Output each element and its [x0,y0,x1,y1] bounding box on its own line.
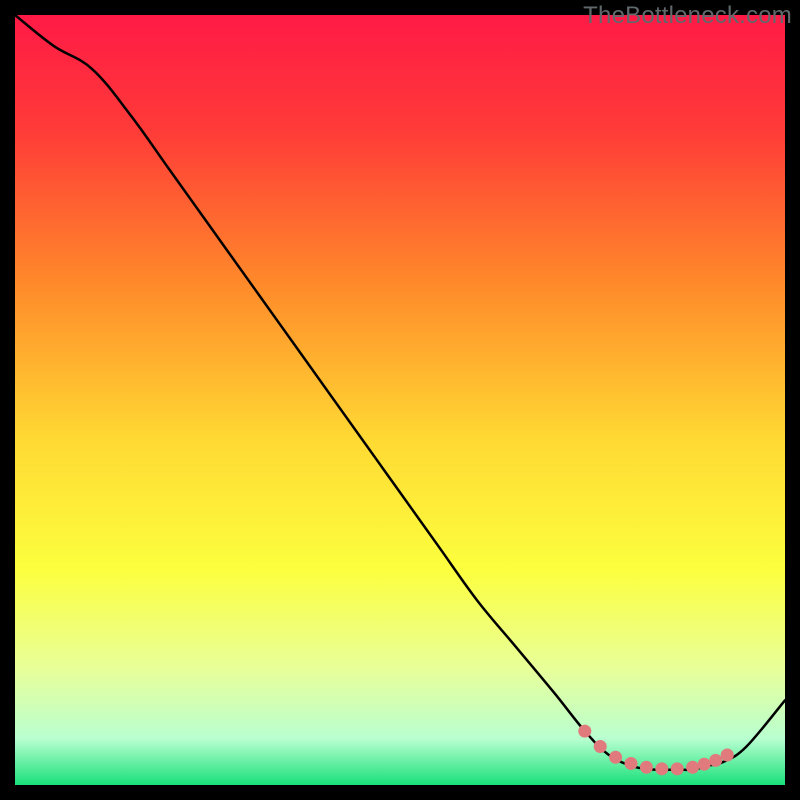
sweet-spot-marker [578,725,591,738]
sweet-spot-marker [594,740,607,753]
sweet-spot-marker [698,758,711,771]
sweet-spot-marker [625,757,638,770]
sweet-spot-marker [655,762,668,775]
chart-stage: TheBottleneck.com [0,0,800,800]
bottleneck-curve-plot [0,0,800,800]
sweet-spot-marker [609,751,622,764]
sweet-spot-marker [709,754,722,767]
gradient-background [15,15,785,785]
sweet-spot-marker [721,748,734,761]
watermark-text: TheBottleneck.com [583,2,792,30]
sweet-spot-marker [686,761,699,774]
sweet-spot-marker [640,761,653,774]
sweet-spot-marker [671,762,684,775]
